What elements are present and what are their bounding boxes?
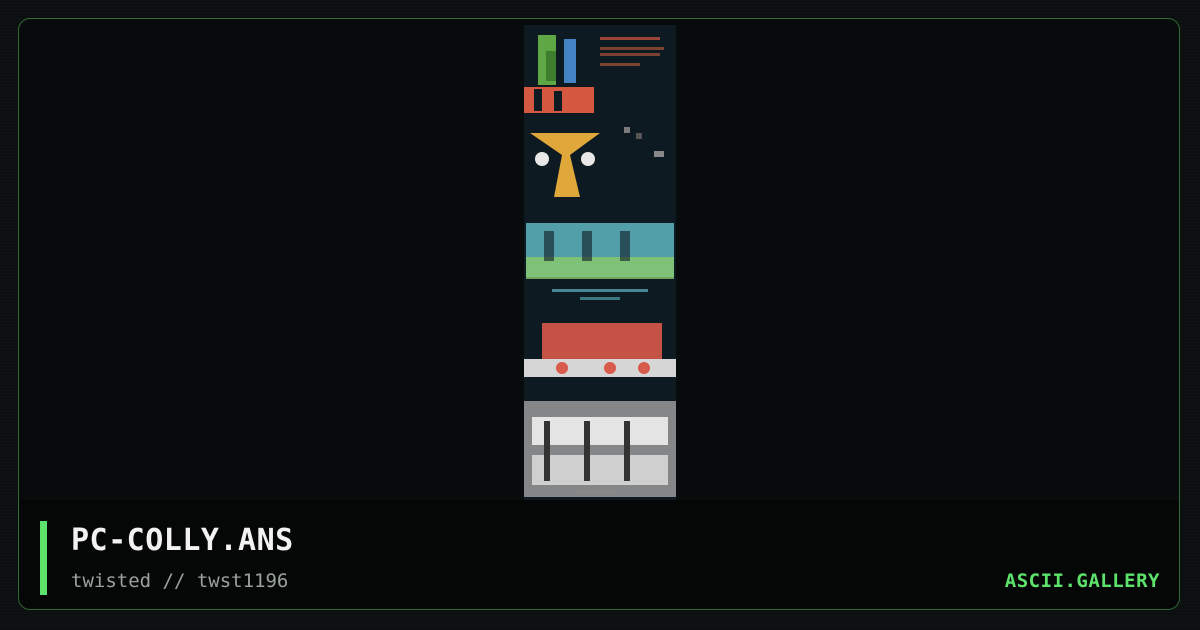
ansi-artwork-image xyxy=(524,25,676,501)
info-bar: PC-COLLY.ANS twisted // twst1196 ASCII.G… xyxy=(19,500,1179,609)
accent-bar xyxy=(40,521,47,595)
preview-card: PC-COLLY.ANS twisted // twst1196 ASCII.G… xyxy=(18,18,1180,610)
artwork-title: PC-COLLY.ANS xyxy=(71,523,294,558)
site-brand[interactable]: ASCII.GALLERY xyxy=(1005,570,1160,592)
ansi-artwork-thumbnail[interactable] xyxy=(524,25,676,501)
artwork-credit: twisted // twst1196 xyxy=(71,570,289,592)
